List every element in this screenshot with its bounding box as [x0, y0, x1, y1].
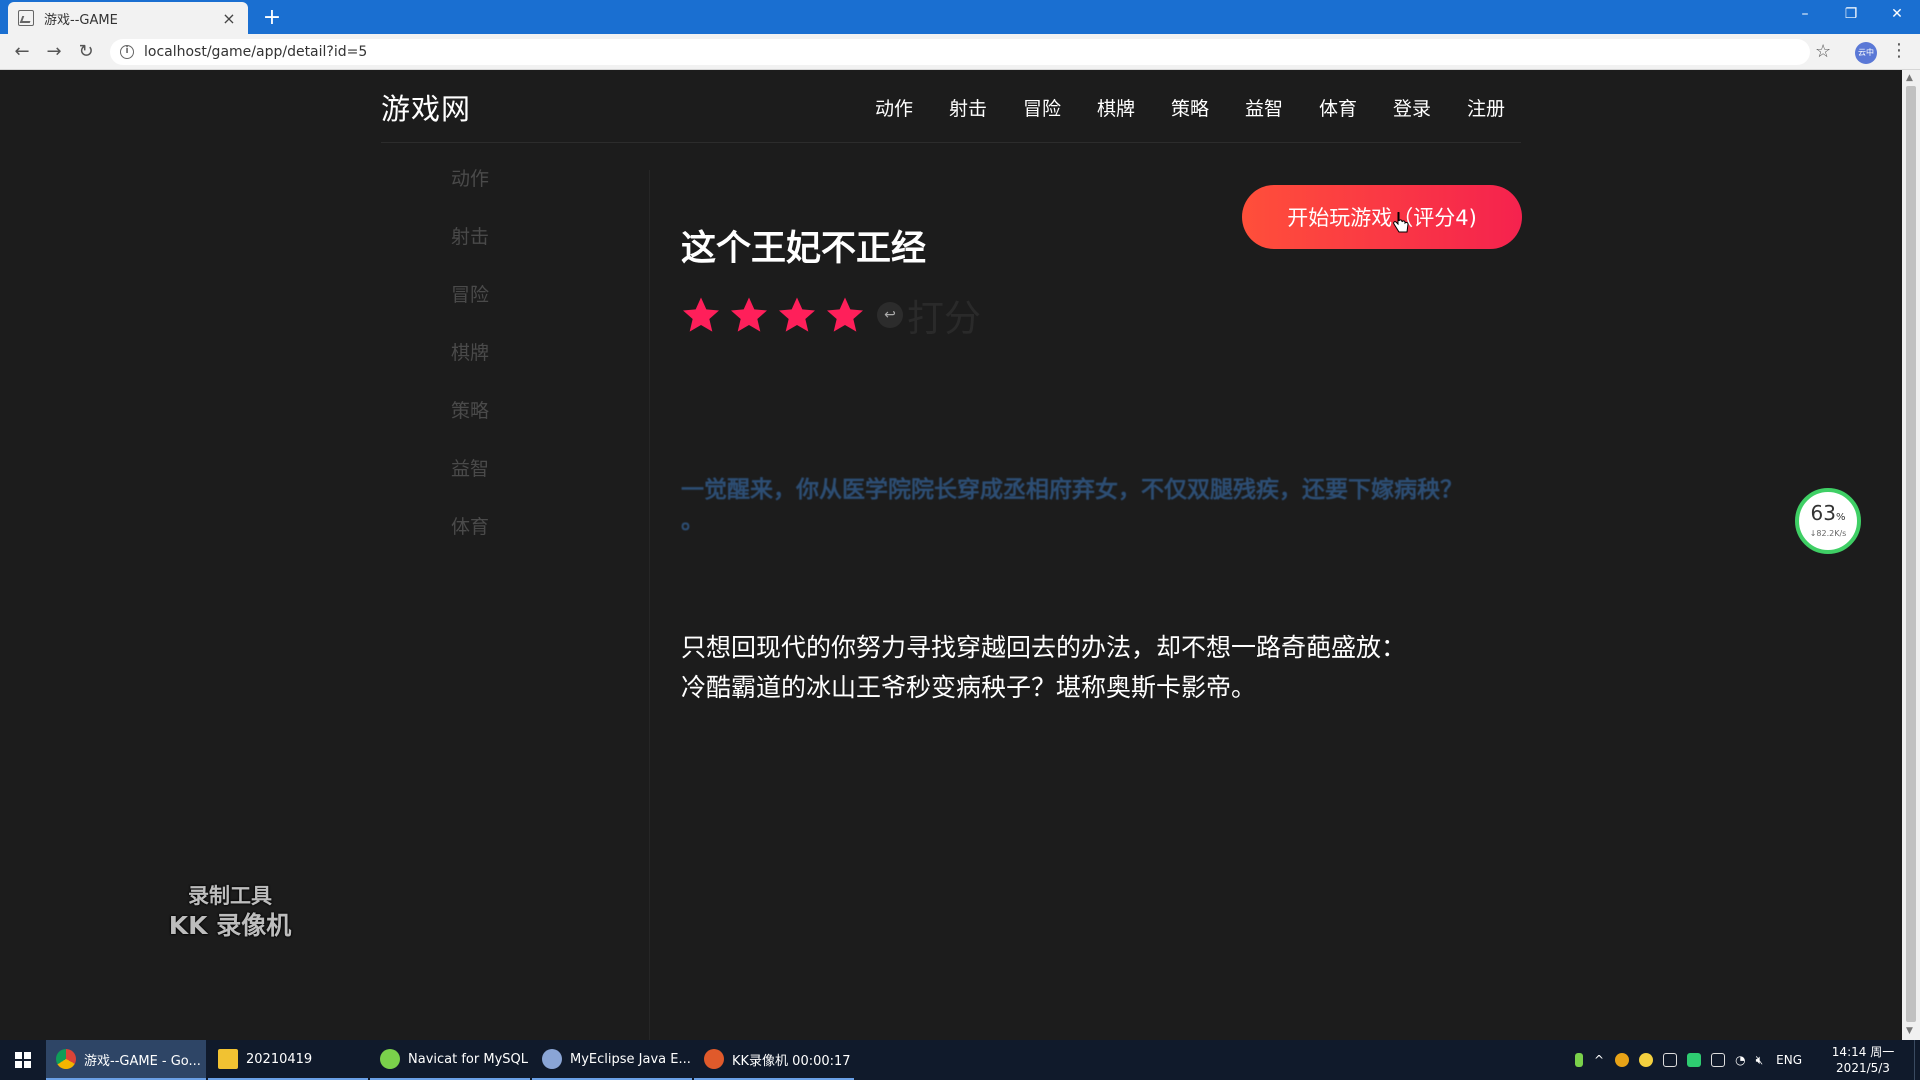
scroll-down-icon[interactable]: ▼: [1906, 1026, 1916, 1036]
site-info-icon[interactable]: i: [120, 45, 134, 59]
minimize-button[interactable]: –: [1782, 0, 1828, 30]
site-header: 游戏网 动作 射击 冒险 棋牌 策略 益智 体育 登录 注册: [0, 70, 1902, 142]
address-bar[interactable]: i localhost/game/app/detail?id=5: [110, 39, 1810, 65]
task-label: 游戏--GAME - Go...: [84, 1053, 201, 1069]
taskbar-item-myeclipse[interactable]: MyEclipse Java E...: [532, 1040, 692, 1080]
network-speed-widget[interactable]: 63% ↓82.2K/s: [1795, 488, 1861, 554]
taskbar-clock[interactable]: 14:14 周一 2021/5/3: [1818, 1044, 1908, 1076]
tab-close-icon[interactable]: ×: [220, 9, 238, 28]
volume-muted-icon[interactable]: 🔇︎: [1756, 1053, 1764, 1068]
folder-icon: [218, 1049, 238, 1069]
reload-icon[interactable]: ↻: [74, 40, 98, 64]
watermark-line: 录制工具: [188, 884, 272, 908]
speed-rate: ↓82.2K/s: [1809, 529, 1847, 538]
tray-app-icon[interactable]: [1663, 1053, 1678, 1067]
nav-link-register[interactable]: 注册: [1467, 94, 1541, 121]
nav-link-sports[interactable]: 体育: [1319, 94, 1393, 121]
image-favicon-icon: [18, 10, 34, 26]
profile-avatar[interactable]: 云中: [1855, 42, 1877, 64]
taskbar-item-kk-recorder[interactable]: KK录像机 00:00:17: [694, 1040, 854, 1080]
task-label: KK录像机 00:00:17: [732, 1053, 851, 1069]
navicat-icon: [380, 1049, 400, 1069]
speed-percent: 63%: [1810, 501, 1846, 525]
taskbar-item-chrome[interactable]: 游戏--GAME - Go...: [46, 1040, 206, 1080]
web-page: 游戏网 动作 射击 冒险 棋牌 策略 益智 体育 登录 注册 动作 射击 冒险 …: [0, 70, 1902, 1040]
nav-link-puzzle[interactable]: 益智: [1245, 94, 1319, 121]
browser-toolbar: ← → ↻ i localhost/game/app/detail?id=5 ☆…: [0, 34, 1920, 70]
windows-taskbar: 游戏--GAME - Go... 20210419 Navicat for My…: [0, 1040, 1920, 1080]
star-rating[interactable]: ↩ 打分: [681, 288, 981, 342]
rating-star-icon[interactable]: [777, 295, 817, 335]
sidebar-item-strategy[interactable]: 策略: [381, 382, 646, 440]
windows-logo-icon: [15, 1052, 31, 1068]
forward-icon[interactable]: →: [42, 40, 66, 64]
tray-app-icon[interactable]: [1687, 1053, 1702, 1067]
recorder-watermark: 录制工具 KK 录像机: [160, 882, 300, 942]
sidebar-item-shooting[interactable]: 射击: [381, 208, 646, 266]
wifi-icon[interactable]: ◔: [1735, 1053, 1745, 1067]
tray-app-icon[interactable]: [1639, 1053, 1654, 1067]
site-logo[interactable]: 游戏网: [381, 86, 471, 128]
taskbar-item-navicat[interactable]: Navicat for MySQL: [370, 1040, 530, 1080]
tab-title: 游戏--GAME: [44, 12, 118, 28]
nav-link-board[interactable]: 棋牌: [1097, 94, 1171, 121]
sidebar-divider: [649, 170, 650, 1040]
start-game-button[interactable]: 开始玩游戏（评分4): [1242, 185, 1522, 249]
kk-recorder-icon: [704, 1049, 724, 1069]
task-label: MyEclipse Java E...: [570, 1051, 691, 1067]
sidebar-item-adventure[interactable]: 冒险: [381, 266, 646, 324]
back-icon[interactable]: ←: [10, 40, 34, 64]
task-label: Navicat for MySQL: [408, 1051, 528, 1067]
sidebar-item-action[interactable]: 动作: [381, 150, 646, 208]
rating-label: 打分: [907, 297, 981, 340]
sidebar-item-puzzle[interactable]: 益智: [381, 440, 646, 498]
description-line: 只想回现代的你努力寻找穿越回去的办法，却不想一路奇葩盛放：: [681, 633, 1407, 662]
nav-link-adventure[interactable]: 冒险: [1023, 94, 1097, 121]
close-window-button[interactable]: ✕: [1874, 0, 1920, 30]
myeclipse-icon: [542, 1049, 562, 1069]
scroll-up-icon[interactable]: ▲: [1906, 73, 1916, 83]
rating-reset-icon[interactable]: ↩: [877, 302, 903, 328]
game-title: 这个王妃不正经: [681, 229, 927, 269]
watermark-line: KK 录像机: [168, 911, 292, 940]
clock-time: 14:14 周一: [1831, 1045, 1895, 1059]
sidebar-item-sports[interactable]: 体育: [381, 498, 646, 556]
new-tab-button[interactable]: +: [258, 4, 286, 32]
start-button[interactable]: [0, 1040, 46, 1080]
game-blurb: 一觉醒来，你从医学院院长穿成丞相府弃女，不仅双腿残疾，还要下嫁病秧？ 。: [681, 477, 1463, 534]
browser-menu-icon[interactable]: ⋮: [1890, 40, 1908, 61]
sidebar-item-board[interactable]: 棋牌: [381, 324, 646, 382]
category-sidebar: 动作 射击 冒险 棋牌 策略 益智 体育: [381, 150, 646, 556]
clock-date: 2021/5/3: [1836, 1061, 1890, 1075]
bookmark-star-icon[interactable]: ☆: [1815, 41, 1831, 62]
language-indicator[interactable]: ENG: [1776, 1053, 1802, 1067]
page-scrollbar[interactable]: ▲ ▼: [1902, 70, 1920, 1040]
rating-star-icon[interactable]: [825, 295, 865, 335]
browser-tab[interactable]: 游戏--GAME ×: [8, 2, 248, 34]
rating-star-icon[interactable]: [681, 295, 721, 335]
battery-icon[interactable]: [1575, 1053, 1584, 1067]
show-desktop-button[interactable]: [1914, 1040, 1920, 1080]
url-text: localhost/game/app/detail?id=5: [144, 44, 368, 60]
network-icon[interactable]: [1711, 1053, 1726, 1067]
tray-app-icon[interactable]: [1615, 1053, 1630, 1067]
system-tray: ^ ◔ 🔇︎ ENG 14:14 周一 2021/5/3: [1570, 1040, 1920, 1080]
hand-cursor-icon: [1393, 212, 1409, 233]
game-description: 只想回现代的你努力寻找穿越回去的办法，却不想一路奇葩盛放： 冷酷霸道的冰山王爷秒…: [681, 628, 1501, 708]
nav-link-login[interactable]: 登录: [1393, 94, 1467, 121]
header-divider: [381, 142, 1521, 143]
taskbar-item-folder[interactable]: 20210419: [208, 1040, 368, 1080]
browser-titlebar: 游戏--GAME × + – ❐ ✕: [0, 0, 1920, 34]
nav-link-strategy[interactable]: 策略: [1171, 94, 1245, 121]
nav-link-action[interactable]: 动作: [875, 94, 949, 121]
description-line: 冷酷霸道的冰山王爷秒变病秧子？堪称奥斯卡影帝。: [681, 673, 1257, 702]
chrome-icon: [56, 1049, 76, 1069]
top-nav: 动作 射击 冒险 棋牌 策略 益智 体育 登录 注册: [875, 94, 1541, 121]
tray-expand-icon[interactable]: ^: [1594, 1053, 1604, 1067]
task-label: 20210419: [246, 1051, 313, 1067]
restore-button[interactable]: ❐: [1828, 0, 1874, 30]
scroll-thumb[interactable]: [1906, 86, 1916, 1022]
rating-star-icon[interactable]: [729, 295, 769, 335]
nav-link-shooting[interactable]: 射击: [949, 94, 1023, 121]
